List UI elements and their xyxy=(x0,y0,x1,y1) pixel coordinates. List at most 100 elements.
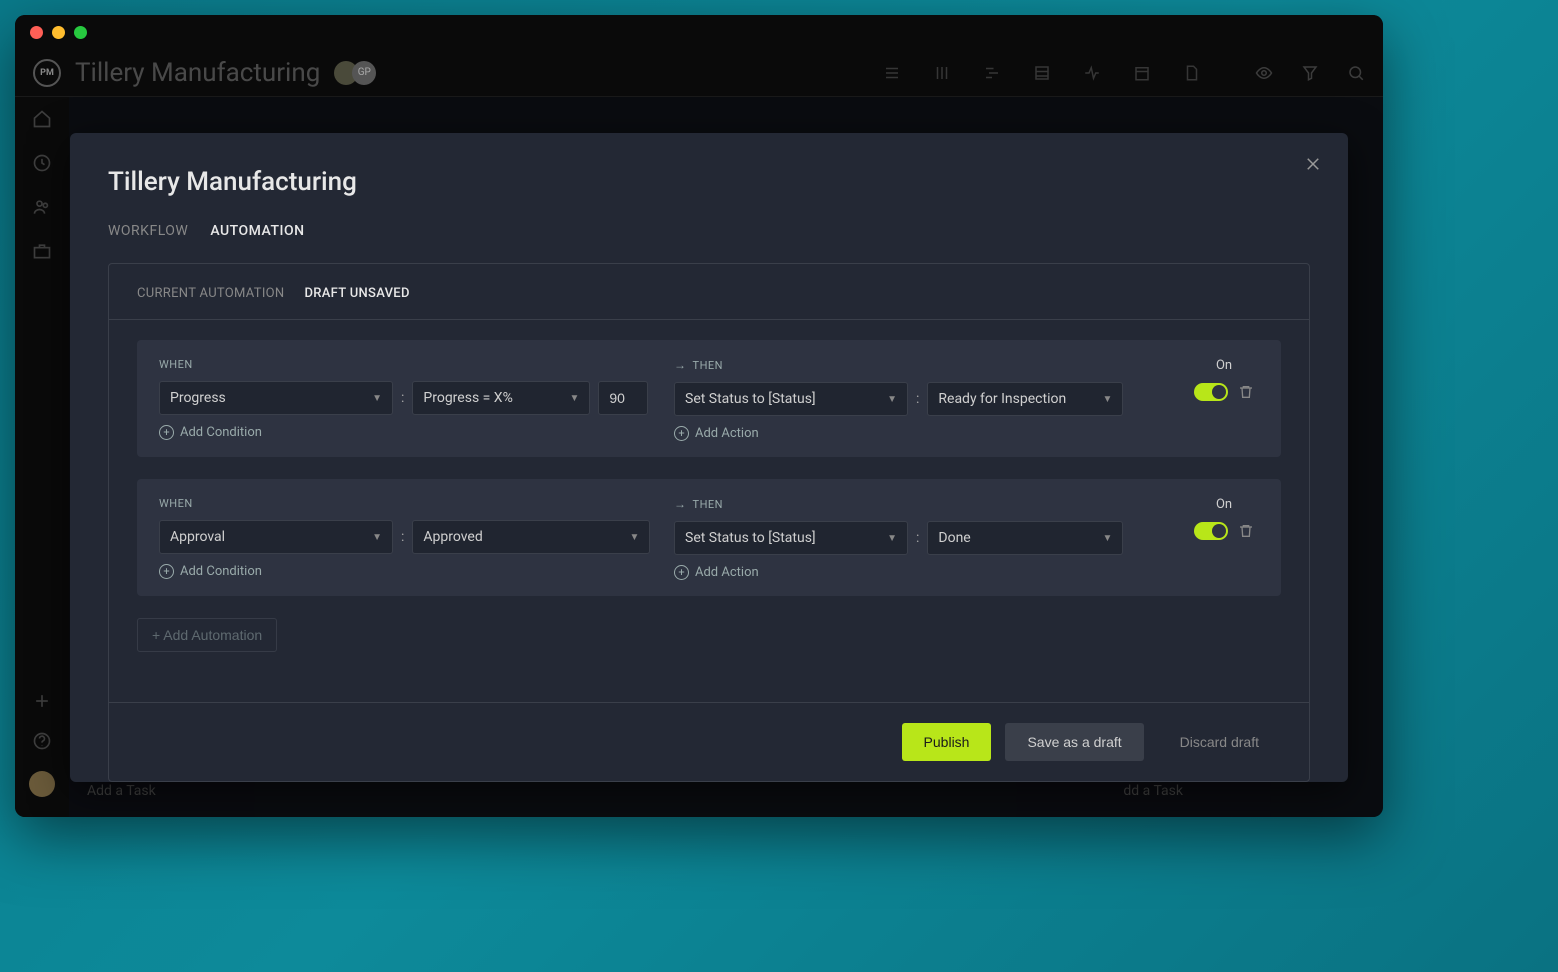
dropdown-value: Approval xyxy=(170,529,225,545)
separator: : xyxy=(916,391,919,407)
then-column: → THEN Set Status to [Status] ▼ : Ready … xyxy=(674,358,1169,441)
add-condition-button[interactable]: + Add Condition xyxy=(159,564,654,579)
plus-icon[interactable] xyxy=(32,691,52,711)
gantt-view-icon[interactable] xyxy=(983,64,1001,82)
dropdown-value: Set Status to [Status] xyxy=(685,391,816,407)
automation-subtabs: CURRENT AUTOMATION DRAFT UNSAVED xyxy=(109,264,1309,320)
briefcase-icon[interactable] xyxy=(32,241,52,261)
titlebar xyxy=(15,15,1383,49)
save-draft-button[interactable]: Save as a draft xyxy=(1005,723,1143,761)
add-task-placeholder: dd a Task xyxy=(1123,783,1183,799)
table-view-icon[interactable] xyxy=(1033,64,1051,82)
when-value-input[interactable] xyxy=(598,381,648,415)
when-field-dropdown[interactable]: Progress ▼ xyxy=(159,381,393,415)
plus-circle-icon: + xyxy=(159,564,174,579)
add-condition-label: Add Condition xyxy=(180,425,262,440)
add-task-placeholder: Add a Task xyxy=(87,783,156,799)
modal-footer: Publish Save as a draft Discard draft xyxy=(109,702,1309,781)
trash-icon[interactable] xyxy=(1238,523,1254,539)
home-icon[interactable] xyxy=(32,109,52,129)
dropdown-value: Progress = X% xyxy=(423,390,512,406)
avatar-group: GP xyxy=(334,61,376,85)
dropdown-value: Done xyxy=(938,530,970,546)
when-operator-dropdown[interactable]: Approved ▼ xyxy=(412,520,650,554)
eye-icon[interactable] xyxy=(1255,64,1273,82)
user-avatar[interactable] xyxy=(29,771,55,797)
plus-circle-icon: + xyxy=(159,425,174,440)
separator: : xyxy=(401,529,404,545)
list-view-icon[interactable] xyxy=(883,64,901,82)
enable-toggle[interactable] xyxy=(1194,522,1228,540)
when-label: WHEN xyxy=(159,497,654,510)
close-icon xyxy=(1304,155,1322,173)
subtab-draft-unsaved[interactable]: DRAFT UNSAVED xyxy=(304,286,409,301)
tab-automation[interactable]: AUTOMATION xyxy=(210,223,304,249)
add-automation-button[interactable]: + Add Automation xyxy=(137,618,277,652)
modal-tabs: WORKFLOW AUTOMATION xyxy=(108,223,1310,249)
toggle-label: On xyxy=(1216,358,1232,373)
close-window-button[interactable] xyxy=(30,26,43,39)
chevron-down-icon: ▼ xyxy=(887,394,897,405)
chevron-down-icon: ▼ xyxy=(887,533,897,544)
then-label: → THEN xyxy=(674,497,1169,511)
then-value-dropdown[interactable]: Done ▼ xyxy=(927,521,1123,555)
add-action-button[interactable]: + Add Action xyxy=(674,565,1169,580)
board-view-icon[interactable] xyxy=(933,64,951,82)
separator: : xyxy=(401,390,404,406)
then-label: → THEN xyxy=(674,358,1169,372)
toggle-label: On xyxy=(1216,497,1232,512)
filter-icon[interactable] xyxy=(1301,64,1319,82)
header-actions xyxy=(1255,64,1365,82)
add-action-button[interactable]: + Add Action xyxy=(674,426,1169,441)
modal-header: Tillery Manufacturing WORKFLOW AUTOMATIO… xyxy=(70,133,1348,249)
dropdown-value: Progress xyxy=(170,390,226,406)
arrow-right-icon: → xyxy=(674,497,687,511)
discard-draft-button[interactable]: Discard draft xyxy=(1158,723,1281,761)
plus-circle-icon: + xyxy=(674,426,689,441)
modal-title: Tillery Manufacturing xyxy=(108,167,1310,197)
app-window: PM Tillery Manufacturing GP xyxy=(15,15,1383,817)
team-icon[interactable] xyxy=(32,197,52,217)
plus-circle-icon: + xyxy=(674,565,689,580)
chevron-down-icon: ▼ xyxy=(372,393,382,404)
activity-view-icon[interactable] xyxy=(1083,64,1101,82)
automation-rule: WHEN Approval ▼ : Approved ▼ xyxy=(137,479,1281,596)
trash-icon[interactable] xyxy=(1238,384,1254,400)
rule-controls: On xyxy=(1189,358,1259,441)
dropdown-value: Approved xyxy=(423,529,482,545)
then-value-dropdown[interactable]: Ready for Inspection ▼ xyxy=(927,382,1123,416)
rule-controls: On xyxy=(1189,497,1259,580)
chevron-down-icon: ▼ xyxy=(629,532,639,543)
left-sidebar xyxy=(15,97,69,817)
top-header: PM Tillery Manufacturing GP xyxy=(15,49,1383,97)
help-icon[interactable] xyxy=(32,731,52,751)
dropdown-value: Ready for Inspection xyxy=(938,391,1066,407)
chevron-down-icon: ▼ xyxy=(569,393,579,404)
search-icon[interactable] xyxy=(1347,64,1365,82)
subtab-current-automation[interactable]: CURRENT AUTOMATION xyxy=(137,286,284,301)
then-action-dropdown[interactable]: Set Status to [Status] ▼ xyxy=(674,382,908,416)
add-condition-label: Add Condition xyxy=(180,564,262,579)
separator: : xyxy=(916,530,919,546)
recent-icon[interactable] xyxy=(32,153,52,173)
automation-rules-area: WHEN Progress ▼ : Progress = X% ▼ xyxy=(109,320,1309,702)
maximize-window-button[interactable] xyxy=(74,26,87,39)
project-title: Tillery Manufacturing xyxy=(75,58,320,88)
modal-body: CURRENT AUTOMATION DRAFT UNSAVED WHEN Pr… xyxy=(108,263,1310,782)
when-field-dropdown[interactable]: Approval ▼ xyxy=(159,520,393,554)
dropdown-value: Set Status to [Status] xyxy=(685,530,816,546)
when-operator-dropdown[interactable]: Progress = X% ▼ xyxy=(412,381,590,415)
close-modal-button[interactable] xyxy=(1304,155,1322,173)
minimize-window-button[interactable] xyxy=(52,26,65,39)
add-condition-button[interactable]: + Add Condition xyxy=(159,425,654,440)
calendar-view-icon[interactable] xyxy=(1133,64,1151,82)
publish-button[interactable]: Publish xyxy=(902,723,992,761)
avatar[interactable]: GP xyxy=(352,61,376,85)
tab-workflow[interactable]: WORKFLOW xyxy=(108,223,188,249)
enable-toggle[interactable] xyxy=(1194,383,1228,401)
chevron-down-icon: ▼ xyxy=(372,532,382,543)
then-action-dropdown[interactable]: Set Status to [Status] ▼ xyxy=(674,521,908,555)
file-view-icon[interactable] xyxy=(1183,64,1201,82)
when-label: WHEN xyxy=(159,358,654,371)
automation-rule: WHEN Progress ▼ : Progress = X% ▼ xyxy=(137,340,1281,457)
